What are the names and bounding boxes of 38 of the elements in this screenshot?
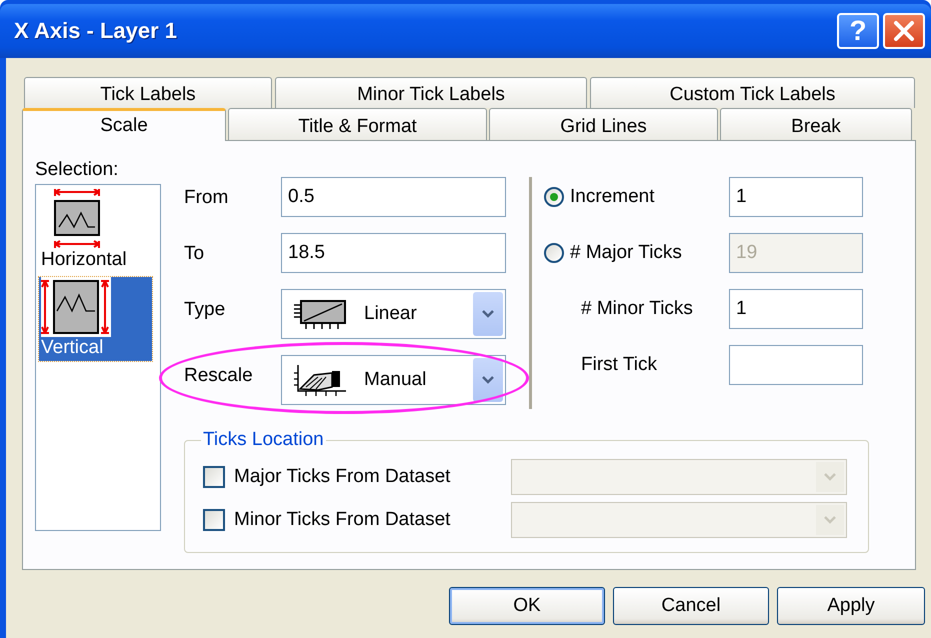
input-field[interactable]: 18.5 <box>281 233 506 273</box>
input-field[interactable]: 0.5 <box>281 177 506 217</box>
checkbox[interactable]: Minor Ticks From Dataset <box>203 509 511 531</box>
dropdown[interactable]: Linear <box>281 289 506 339</box>
close-icon <box>891 18 917 44</box>
input-field[interactable]: 1 <box>729 177 863 217</box>
field-label: Rescale <box>184 364 254 387</box>
group-title: Ticks Location <box>202 429 325 451</box>
list-item[interactable]: Vertical <box>39 277 152 361</box>
tab[interactable]: Minor Tick Labels <box>275 77 587 108</box>
tab[interactable]: Scale <box>22 108 226 141</box>
tab[interactable]: Break <box>720 108 912 140</box>
window-title: X Axis - Layer 1 <box>14 18 178 44</box>
field-label: From <box>184 186 230 209</box>
vertical-axis-icon <box>41 277 111 337</box>
field-label: # Minor Ticks <box>580 298 694 320</box>
radio-button[interactable]: Increment <box>544 186 729 208</box>
dropdown-value: Manual <box>364 369 428 391</box>
input-field[interactable] <box>729 345 863 385</box>
field-label: To <box>184 242 206 265</box>
dialog-button[interactable]: Cancel <box>613 587 769 625</box>
tab[interactable]: Tick Labels <box>24 77 272 108</box>
input-field[interactable]: 1 <box>729 289 863 329</box>
tab[interactable]: Custom Tick Labels <box>590 77 915 108</box>
list-item[interactable]: Horizontal <box>39 189 152 273</box>
field-label: First Tick <box>580 354 658 376</box>
dialog-button[interactable]: OK <box>449 587 605 625</box>
dialog-button[interactable]: Apply <box>777 587 925 625</box>
dropdown[interactable]: Manual <box>281 355 506 405</box>
field-label: Type <box>184 298 226 321</box>
linear-scale-icon <box>292 297 348 331</box>
tab[interactable]: Grid Lines <box>489 108 718 140</box>
close-button[interactable] <box>883 13 925 49</box>
hand-icon <box>292 363 348 397</box>
selection-label: Selection: <box>35 159 120 182</box>
tab[interactable]: Title & Format <box>228 108 487 140</box>
checkbox[interactable]: Major Ticks From Dataset <box>203 466 511 488</box>
dropdown-value: Linear <box>364 303 418 325</box>
